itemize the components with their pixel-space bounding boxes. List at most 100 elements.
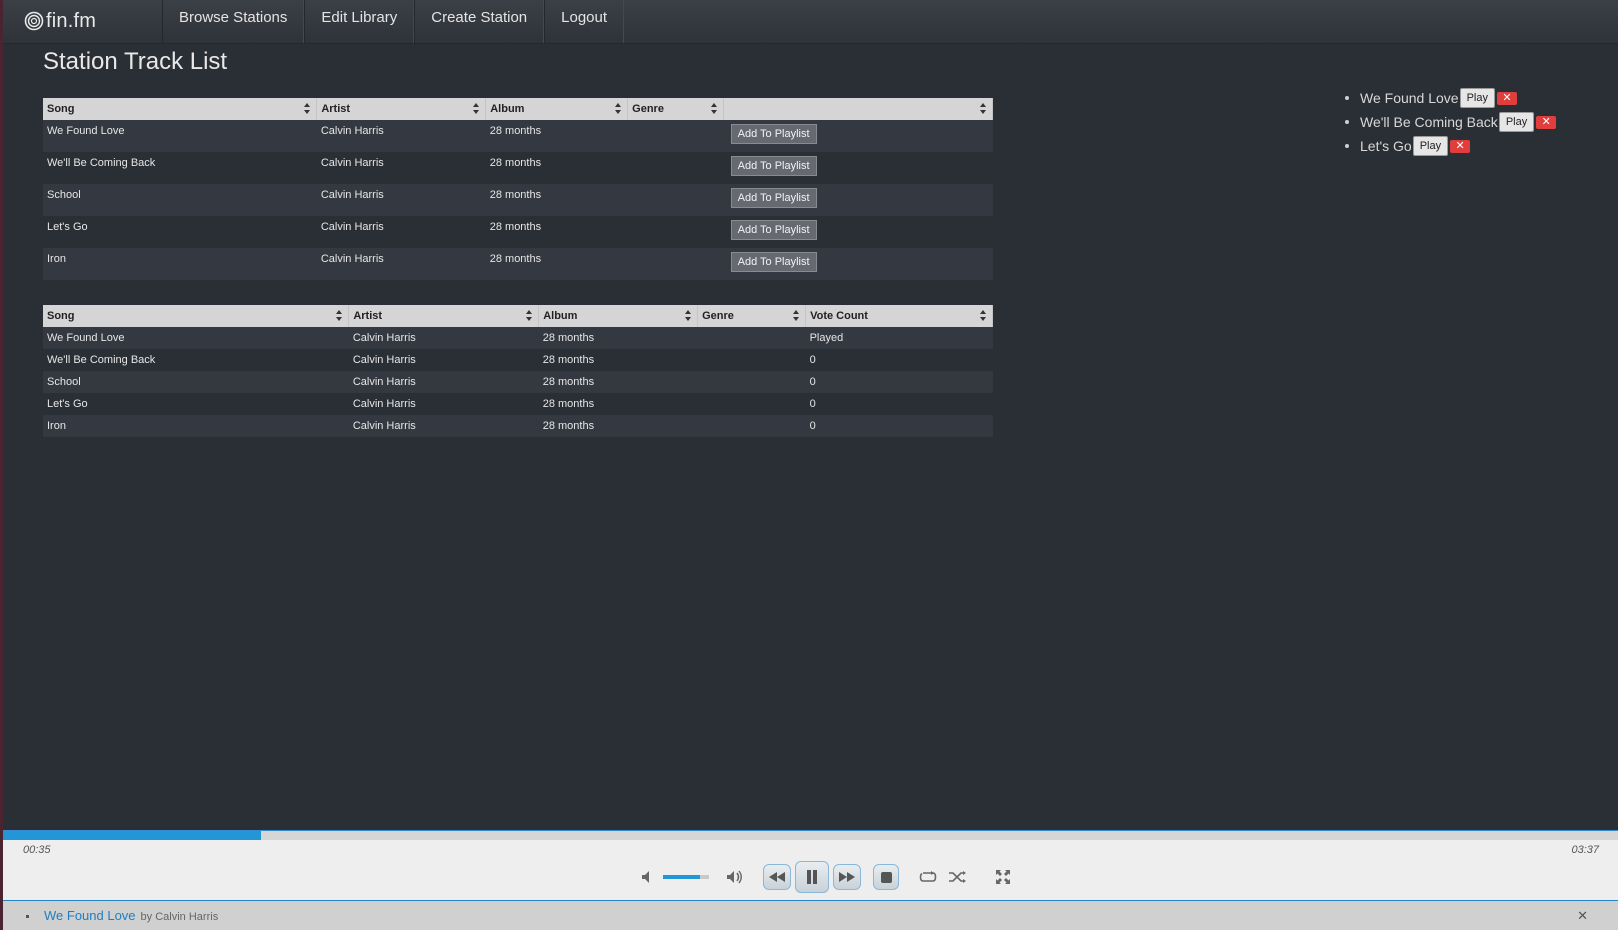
cell-genre — [627, 216, 724, 248]
previous-icon — [769, 872, 785, 882]
cell-artist: Calvin Harris — [348, 415, 539, 437]
table-row: School Calvin Harris 28 months Add To Pl… — [43, 184, 993, 216]
library-table-header: Song Artist Album Genre — [43, 98, 993, 120]
votes-table: Song Artist Album Genre Vote Count We Fo… — [43, 305, 993, 437]
cell-action: Add To Playlist — [723, 120, 993, 152]
list-item: Let's Go Play ✕ — [1344, 134, 1556, 158]
cell-vote-count: 0 — [805, 393, 993, 415]
cell-song: Let's Go — [43, 393, 349, 415]
cell-song: We Found Love — [43, 327, 349, 349]
brand-logo[interactable]: fin.fm — [24, 6, 96, 36]
brand-name: fin.fm — [46, 9, 97, 32]
cell-vote-count: 0 — [805, 415, 993, 437]
cell-genre — [697, 415, 806, 437]
column-header-artist[interactable]: Artist — [348, 305, 540, 327]
table-row: Let's Go Calvin Harris 28 months 0 — [43, 393, 993, 415]
stop-button[interactable] — [873, 864, 899, 890]
seek-progress — [3, 831, 262, 840]
cell-album: 28 months — [538, 371, 698, 393]
column-header-song[interactable]: Song — [43, 98, 318, 120]
nav-create-station[interactable]: Create Station — [414, 0, 545, 43]
sort-icon — [685, 310, 692, 321]
column-header-song[interactable]: Song — [43, 305, 350, 327]
cell-song: School — [43, 371, 349, 393]
nav-edit-library[interactable]: Edit Library — [304, 0, 415, 43]
play-button[interactable]: Play — [1498, 112, 1535, 132]
previous-button[interactable] — [763, 864, 791, 890]
shuffle-icon[interactable] — [948, 867, 968, 887]
current-time: 00:35 — [23, 844, 51, 856]
cell-genre — [627, 184, 724, 216]
cell-artist: Calvin Harris — [316, 152, 486, 184]
cell-album: 28 months — [538, 327, 698, 349]
library-table: Song Artist Album Genre We Found Love Ca… — [43, 98, 993, 280]
add-to-playlist-button[interactable]: Add To Playlist — [730, 220, 817, 240]
pause-button[interactable] — [795, 861, 829, 893]
cell-artist: Calvin Harris — [348, 371, 539, 393]
column-header-album[interactable]: Album — [538, 305, 699, 327]
duration: 03:37 — [1571, 844, 1599, 856]
column-header-genre[interactable]: Genre — [627, 98, 725, 120]
column-header-genre[interactable]: Genre — [697, 305, 807, 327]
cell-action: Add To Playlist — [723, 184, 993, 216]
cell-vote-count: 0 — [805, 349, 993, 371]
cell-song: We'll Be Coming Back — [43, 152, 317, 184]
cell-artist: Calvin Harris — [316, 216, 486, 248]
volume-level — [663, 875, 700, 879]
cell-genre — [697, 349, 806, 371]
nav-logout[interactable]: Logout — [544, 0, 625, 43]
remove-icon[interactable]: ✕ — [1536, 115, 1557, 129]
close-icon[interactable]: ✕ — [1577, 908, 1588, 924]
cell-action: Add To Playlist — [723, 216, 993, 248]
column-header-action[interactable] — [723, 98, 993, 120]
column-header-artist[interactable]: Artist — [316, 98, 487, 120]
top-navbar: fin.fm Browse Stations Edit Library Crea… — [3, 0, 1618, 44]
mute-icon[interactable] — [639, 867, 657, 887]
cell-album: 28 months — [485, 152, 628, 184]
remove-icon[interactable]: ✕ — [1497, 91, 1517, 105]
logo-icon — [24, 11, 44, 31]
table-row: We Found Love Calvin Harris 28 months Ad… — [43, 120, 993, 152]
seek-bar[interactable] — [3, 830, 1618, 840]
window-edge — [0, 0, 3, 930]
sort-icon — [526, 310, 533, 321]
cell-genre — [627, 248, 724, 280]
add-to-playlist-button[interactable]: Add To Playlist — [730, 188, 817, 208]
cell-artist: Calvin Harris — [348, 349, 539, 371]
audio-player: 00:35 03:37 — [3, 830, 1618, 900]
table-row: Iron Calvin Harris 28 months Add To Play… — [43, 248, 993, 280]
cell-album: 28 months — [538, 349, 698, 371]
cell-song: Let's Go — [43, 216, 317, 248]
volume-slider[interactable] — [663, 875, 709, 879]
now-playing-item[interactable]: We Found Love by Calvin Harris — [25, 908, 218, 923]
sort-icon — [304, 103, 311, 114]
play-button[interactable]: Play — [1459, 88, 1495, 108]
now-playing-title[interactable]: We Found Love — [44, 908, 136, 923]
queue-item-title: Let's Go — [1360, 138, 1412, 154]
play-button[interactable]: Play — [1412, 136, 1449, 156]
cell-artist: Calvin Harris — [316, 184, 486, 216]
column-header-album[interactable]: Album — [485, 98, 629, 120]
fullscreen-icon[interactable] — [993, 867, 1013, 887]
add-to-playlist-button[interactable]: Add To Playlist — [730, 156, 817, 176]
sort-icon — [473, 103, 480, 114]
table-row: Iron Calvin Harris 28 months 0 — [43, 415, 993, 437]
table-row: We'll Be Coming Back Calvin Harris 28 mo… — [43, 152, 993, 184]
cell-album: 28 months — [538, 393, 698, 415]
cell-vote-count: 0 — [805, 371, 993, 393]
queue-item-title: We Found Love — [1360, 90, 1459, 106]
add-to-playlist-button[interactable]: Add To Playlist — [730, 124, 817, 144]
repeat-icon[interactable] — [918, 867, 938, 887]
cell-album: 28 months — [538, 415, 698, 437]
add-to-playlist-button[interactable]: Add To Playlist — [730, 252, 817, 272]
nav-browse-stations[interactable]: Browse Stations — [162, 0, 305, 43]
cell-genre — [697, 371, 806, 393]
votes-table-header: Song Artist Album Genre Vote Count — [43, 305, 993, 327]
cell-song: We Found Love — [43, 120, 317, 152]
next-button[interactable] — [833, 864, 861, 890]
cell-album: 28 months — [485, 216, 628, 248]
volume-max-icon[interactable] — [724, 867, 746, 887]
remove-icon[interactable]: ✕ — [1450, 139, 1471, 153]
cell-artist: Calvin Harris — [316, 248, 486, 280]
column-header-vote-count[interactable]: Vote Count — [805, 305, 993, 327]
